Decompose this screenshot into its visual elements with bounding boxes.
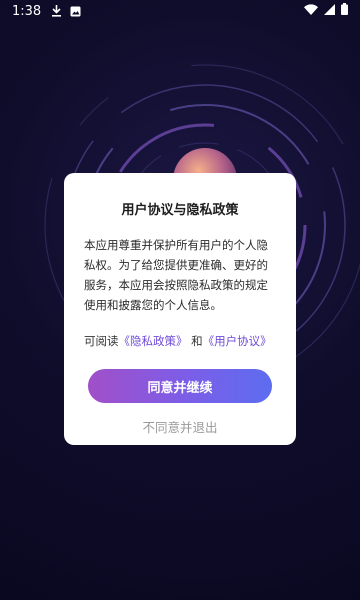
dialog-title: 用户协议与隐私政策	[121, 203, 239, 218]
download-icon	[51, 5, 62, 17]
dialog-body: 本应用尊重并保护所有用户的个人隐 私权。为了给您提供更准确、更好的 服务，本应用…	[84, 235, 276, 315]
image-icon	[70, 6, 81, 17]
user-agreement-link[interactable]: 《用户协议》	[203, 334, 272, 348]
body-line: 私权。为了给您提供更准确、更好的	[84, 258, 268, 272]
policy-links-row: 可阅读《隐私政策》 和《用户协议》	[84, 333, 276, 349]
links-prefix: 可阅读	[84, 334, 119, 348]
status-time: 1:38	[12, 3, 42, 19]
body-line: 使用和披露您的个人信息。	[84, 298, 222, 312]
links-joiner: 和	[191, 334, 203, 348]
privacy-policy-link[interactable]: 《隐私政策》	[119, 334, 188, 348]
agree-continue-button[interactable]: 同意并继续	[88, 369, 272, 403]
body-line: 本应用尊重并保护所有用户的个人隐	[84, 238, 268, 252]
body-line: 服务，本应用会按照隐私政策的规定	[84, 278, 268, 292]
status-right-icons	[304, 3, 348, 19]
battery-icon	[341, 3, 348, 19]
status-bar: 1:38	[0, 0, 360, 22]
signal-icon	[324, 3, 335, 19]
wifi-icon	[304, 3, 318, 19]
disagree-exit-button[interactable]: 不同意并退出	[142, 417, 217, 436]
privacy-dialog: 用户协议与隐私政策 本应用尊重并保护所有用户的个人隐 私权。为了给您提供更准确、…	[64, 173, 296, 445]
